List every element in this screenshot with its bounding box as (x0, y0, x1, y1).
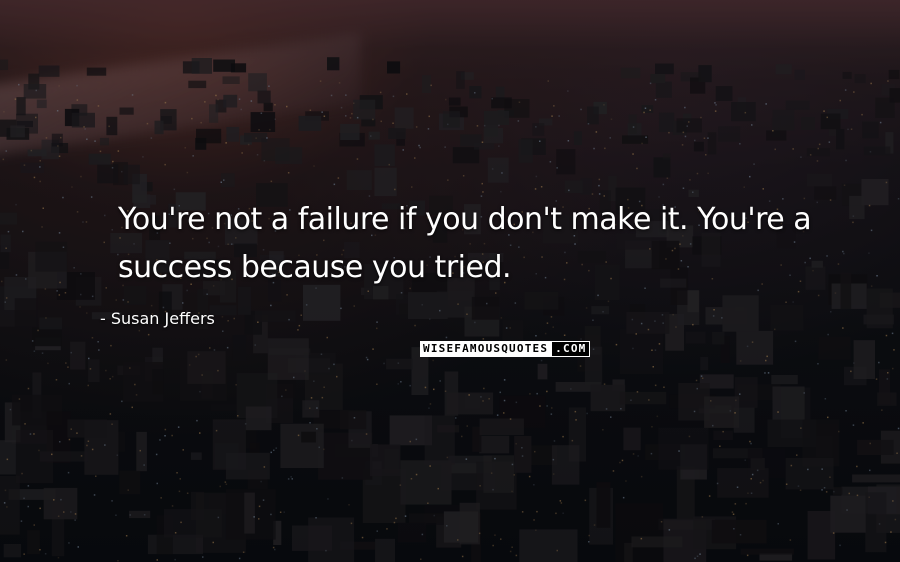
quote-text: You're not a failure if you don't make i… (118, 202, 812, 285)
watermark-part-2: .COM (551, 341, 591, 357)
quote-author: - Susan Jeffers (100, 309, 215, 328)
watermark-part-1: WISEFAMOUSQUOTES (420, 341, 552, 357)
watermark-logo: WISEFAMOUSQUOTES .COM (420, 341, 591, 357)
